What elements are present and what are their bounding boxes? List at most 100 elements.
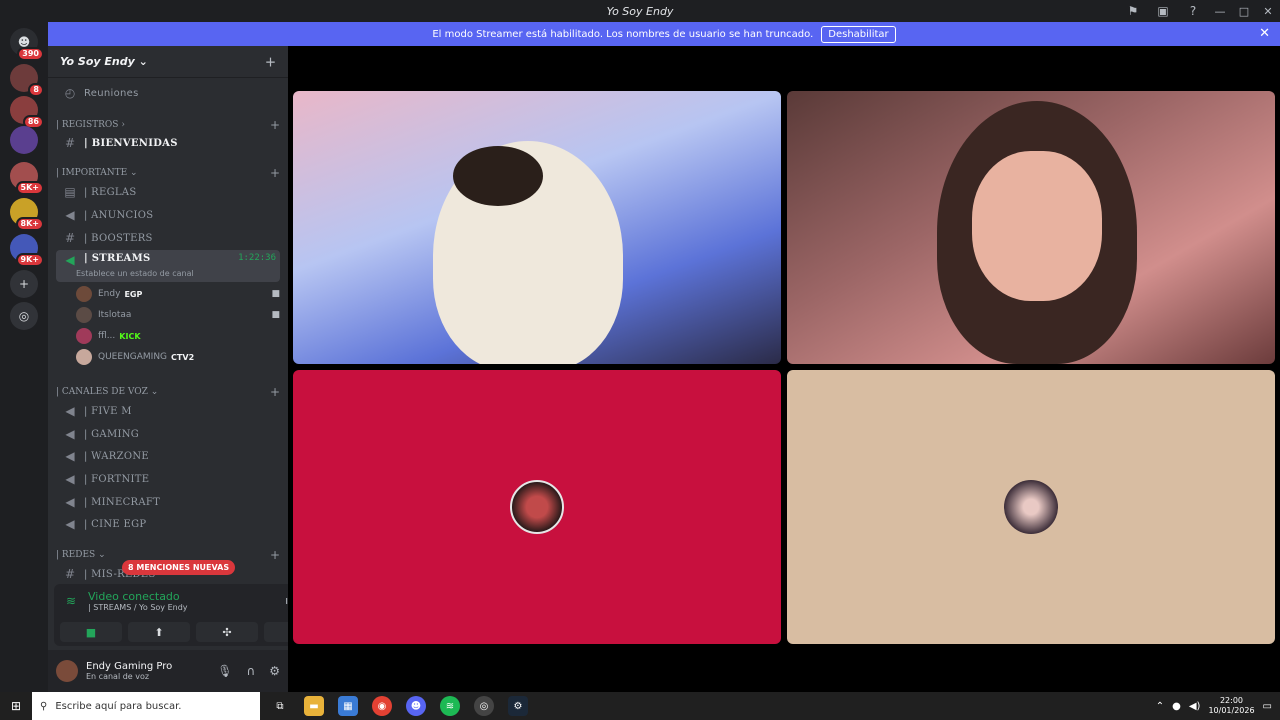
category-importante[interactable]: | IMPORTANTE ⌄ + (56, 164, 280, 182)
video-tile[interactable] (293, 370, 781, 644)
speaker-icon: ◀ (65, 472, 75, 486)
server-icon[interactable]: 8 (10, 64, 44, 97)
minimize-icon[interactable]: — (1208, 5, 1232, 18)
video-tile[interactable] (293, 91, 781, 364)
voice-user[interactable]: Itslotaa ■ (76, 305, 280, 325)
channel-fortnite[interactable]: ◀ | FORTNITE (56, 468, 280, 490)
add-channel-icon[interactable]: + (270, 166, 280, 180)
tray-chevron-icon[interactable]: ⌃ (1156, 701, 1164, 712)
channel-reglas[interactable]: ▤ | REGLAS (56, 181, 280, 203)
voice-user[interactable]: ffl... KICK (76, 326, 280, 346)
user-name[interactable]: Endy Gaming Pro (86, 661, 172, 672)
disable-button[interactable]: Deshabilitar (821, 25, 896, 43)
user-panel: Endy Gaming Pro En canal de voz 🎙 ∩ ⚙ (48, 650, 288, 692)
speaker-icon: ◀ (65, 495, 75, 509)
voice-channel[interactable]: | STREAMS / Yo Soy Endy (88, 603, 188, 612)
calendar-icon: ◴ (64, 86, 76, 100)
task-view-icon[interactable]: ⧉ (270, 696, 290, 716)
add-server-icon[interactable]: + (10, 270, 38, 298)
camera-button[interactable]: ■ (60, 622, 122, 642)
server-folder-icon[interactable]: 8K+ (10, 198, 44, 231)
channel-anuncios[interactable]: ◀ | ANUNCIOS (56, 204, 280, 226)
chrome-icon[interactable]: ◉ (372, 696, 392, 716)
activities-button[interactable]: ✣ (196, 622, 258, 642)
new-mentions-pill[interactable]: 8 MENCIONES NUEVAS (122, 560, 236, 575)
channel-bienvenidas[interactable]: # | BIENVENIDAS (56, 132, 280, 154)
server-header[interactable]: Yo Soy Endy ⌄ ＋ (48, 46, 288, 78)
search-icon: ⚲ (40, 700, 48, 712)
obs-icon[interactable]: ◎ (474, 696, 494, 716)
store-icon[interactable]: ▦ (338, 696, 358, 716)
rules-icon: ▤ (64, 185, 76, 199)
file-explorer-icon[interactable]: ▬ (304, 696, 324, 716)
volume-icon[interactable]: ◀) (1189, 701, 1201, 712)
server-icon[interactable] (10, 126, 38, 154)
channel-reuniones[interactable]: ◴ Reuniones (56, 82, 280, 104)
camera-icon: ■ (271, 289, 280, 299)
mic-tray-icon[interactable]: ● (1172, 701, 1181, 712)
discord-home-icon[interactable]: ☻ 390 (10, 28, 44, 61)
server-name: Yo Soy Endy (60, 55, 135, 68)
category-voz[interactable]: | CANALES DE VOZ ⌄ + (56, 383, 280, 401)
server-icon[interactable]: 86 (10, 96, 44, 129)
server-folder-icon[interactable]: 9K+ (10, 234, 44, 267)
channel-cine[interactable]: ◀ | CINE EGP (56, 513, 280, 535)
speaker-icon: ◀ (65, 449, 75, 463)
taskbar-search[interactable]: ⚲ Escribe aquí para buscar. (32, 692, 260, 720)
avatar (76, 286, 92, 302)
streamer-banner: El modo Streamer está habilitado. Los no… (48, 22, 1280, 46)
badge: 5K+ (15, 181, 44, 195)
speaker-icon: ◀ (65, 427, 75, 441)
window-title: Yo Soy Endy (606, 4, 674, 18)
channel-gaming[interactable]: ◀ | GAMING (56, 423, 280, 445)
voice-user[interactable]: Endy EGP ■ (76, 284, 280, 304)
screen-share-button[interactable]: ⬆ (128, 622, 190, 642)
speaker-icon: ◀ (65, 404, 75, 418)
spotify-icon[interactable]: ≋ (440, 696, 460, 716)
avatar (76, 307, 92, 323)
settings-icon[interactable]: ⚙ (269, 664, 280, 678)
badge: 390 (17, 47, 44, 61)
notifications-icon[interactable]: ▭ (1263, 701, 1272, 712)
video-tile[interactable] (787, 370, 1275, 644)
discord-icon[interactable]: ☻ (406, 696, 426, 716)
channel-boosters[interactable]: # | BOOSTERS (56, 227, 280, 249)
server-list: ☻ 390 8 86 5K+ 8K+ 9K+ + ◎ (0, 22, 48, 692)
close-banner-icon[interactable]: ✕ (1259, 26, 1270, 41)
add-channel-icon[interactable]: + (270, 385, 280, 399)
steam-icon[interactable]: ⚙ (508, 696, 528, 716)
invite-icon[interactable]: ＋ (265, 54, 276, 70)
avatar (76, 328, 92, 344)
clock[interactable]: 22:00 10/01/2026 (1208, 696, 1254, 716)
discover-icon[interactable]: ◎ (10, 302, 38, 330)
screen-icon[interactable]: ▣ (1148, 4, 1178, 18)
hash-icon: # (64, 136, 76, 150)
webcam-face (972, 151, 1102, 301)
avatar (76, 349, 92, 365)
mic-icon[interactable]: 🎙 (217, 664, 232, 678)
channel-status[interactable]: Establece un estado de canal (76, 269, 194, 278)
inbox-icon[interactable]: ⚑ (1118, 4, 1148, 18)
channel-streams[interactable]: ◀ | STREAMS 1:22:36 Establece un estado … (56, 250, 280, 282)
taskbar: ⊞ ⚲ Escribe aquí para buscar. ⧉ ▬ ▦ ◉ ☻ … (0, 692, 1280, 720)
server-folder-icon[interactable]: 5K+ (10, 162, 44, 195)
channel-minecraft[interactable]: ◀ | MINECRAFT (56, 491, 280, 513)
video-tile[interactable] (787, 91, 1275, 364)
user-status: En canal de voz (86, 672, 150, 681)
signal-icon[interactable]: ≋ (66, 594, 76, 608)
channel-warzone[interactable]: ◀ | WARZONE (56, 445, 280, 467)
badge: 8 (28, 83, 44, 97)
headphones-icon[interactable]: ∩ (246, 664, 255, 678)
add-channel-icon[interactable]: + (270, 118, 280, 132)
windows-start-icon[interactable]: ⊞ (0, 699, 32, 713)
channel-fivem[interactable]: ◀ | FIVE M (56, 400, 280, 422)
voice-status[interactable]: Video conectado (88, 590, 180, 603)
webcam-hair (453, 146, 543, 206)
channel-sidebar: Yo Soy Endy ⌄ ＋ ◴ Reuniones | REGISTROS … (48, 46, 330, 692)
close-window-icon[interactable]: ✕ (1256, 5, 1280, 18)
avatar[interactable] (56, 660, 78, 682)
help-icon[interactable]: ? (1178, 4, 1208, 18)
voice-user[interactable]: QUEENGAMING CTV2 (76, 347, 280, 367)
maximize-icon[interactable]: □ (1232, 5, 1256, 18)
add-channel-icon[interactable]: + (270, 548, 280, 562)
